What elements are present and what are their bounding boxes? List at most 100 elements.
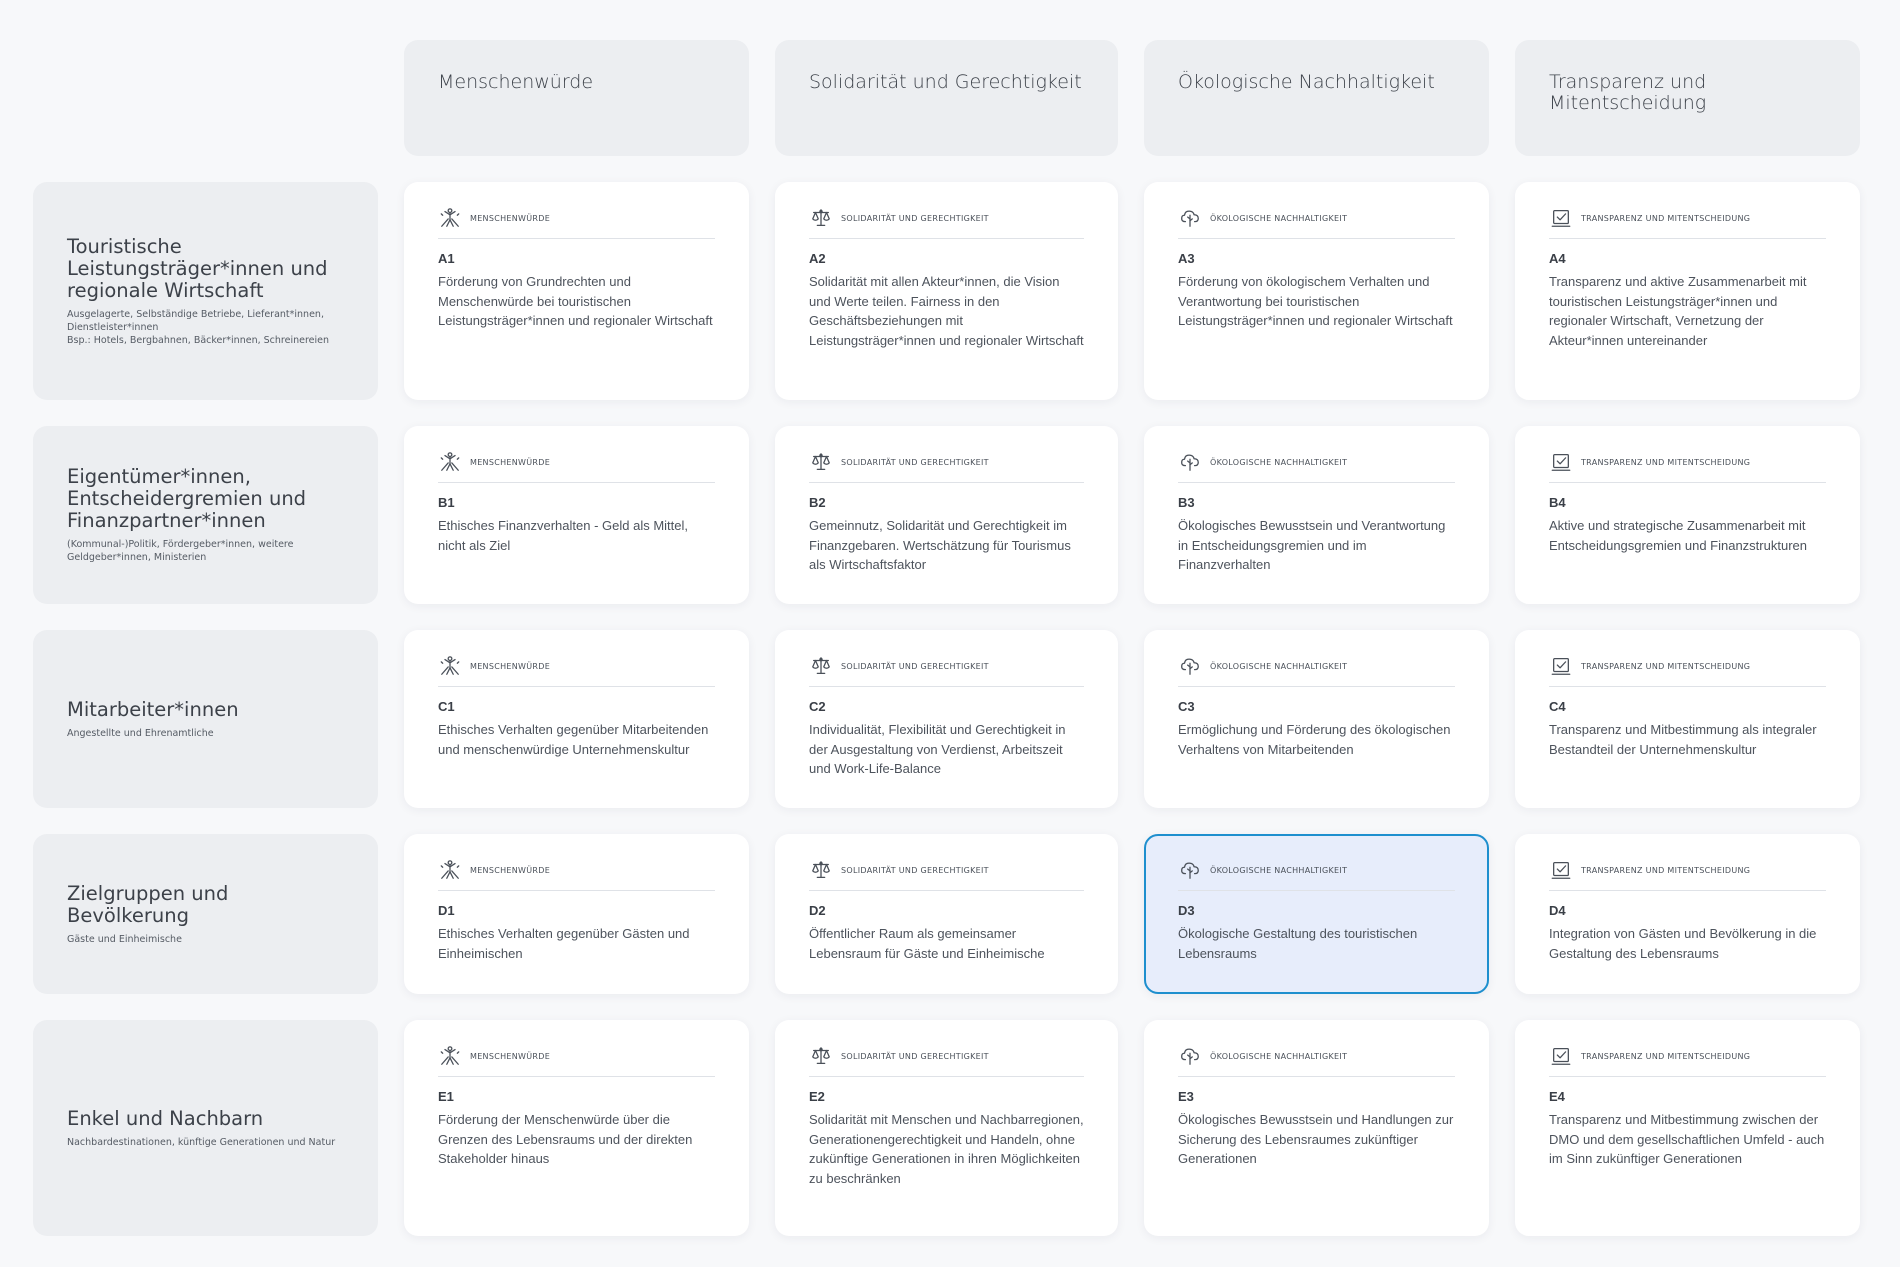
matrix-card-b2[interactable]: Solidarität und Gerechtigkeit B2 Gemeinn…: [775, 426, 1118, 604]
card-description: Ökologische Gestaltung des touristischen…: [1178, 926, 1418, 961]
card-description: Förderung der Menschenwürde über die Gre…: [438, 1112, 693, 1166]
card-category-header: Transparenz und Mitentscheidung: [1549, 450, 1826, 483]
card-description: Integration von Gästen und Bevölkerung i…: [1549, 926, 1817, 961]
matrix-card-e3[interactable]: Ökologische Nachhaltigkeit E3 Ökologisch…: [1144, 1020, 1489, 1236]
row-subtitle: Angestellte und Ehrenamtliche: [67, 727, 214, 739]
card-description: Ökologisches Bewusstsein und Handlungen …: [1178, 1112, 1454, 1166]
checkbox-icon: [1549, 206, 1573, 230]
card-code: A4: [1549, 251, 1566, 266]
card-category-header: Menschenwürde: [438, 450, 715, 483]
checkbox-icon: [1549, 450, 1573, 474]
column-header-ecology: Ökologische Nachhaltigkeit: [1144, 40, 1489, 156]
row-header-mitarbeiter-innen: Mitarbeiter*innen Angestellte und Ehrena…: [33, 630, 378, 808]
card-category-header: Solidarität und Gerechtigkeit: [809, 654, 1084, 687]
card-category-header: Transparenz und Mitentscheidung: [1549, 206, 1826, 239]
scales-icon: [809, 450, 833, 474]
tree-cloud-icon: [1178, 450, 1202, 474]
matrix-card-e1[interactable]: Menschenwürde E1 Förderung der Menschenw…: [404, 1020, 749, 1236]
card-category-label: Solidarität und Gerechtigkeit: [841, 457, 989, 467]
matrix-card-b1[interactable]: Menschenwürde B1 Ethisches Finanzverhalt…: [404, 426, 749, 604]
matrix-card-b4[interactable]: Transparenz und Mitentscheidung B4 Aktiv…: [1515, 426, 1860, 604]
matrix-card-c2[interactable]: Solidarität und Gerechtigkeit C2 Individ…: [775, 630, 1118, 808]
matrix-card-d3[interactable]: Ökologische Nachhaltigkeit D3 Ökologisch…: [1144, 834, 1489, 994]
matrix-card-c4[interactable]: Transparenz und Mitentscheidung C4 Trans…: [1515, 630, 1860, 808]
card-category-label: Menschenwürde: [470, 865, 551, 875]
matrix-card-e2[interactable]: Solidarität und Gerechtigkeit E2 Solidar…: [775, 1020, 1118, 1236]
card-description: Ermöglichung und Förderung des ökologisc…: [1178, 722, 1451, 757]
card-description: Förderung von ökologischem Verhalten und…: [1178, 274, 1453, 328]
card-description: Solidarität mit Menschen und Nachbarregi…: [809, 1112, 1084, 1186]
card-description: Öffentlicher Raum als gemeinsamer Lebens…: [809, 926, 1045, 961]
card-category-header: Ökologische Nachhaltigkeit: [1178, 206, 1455, 239]
card-category-label: Transparenz und Mitentscheidung: [1581, 865, 1751, 875]
card-category-label: Menschenwürde: [470, 457, 551, 467]
card-code: E3: [1178, 1089, 1194, 1104]
row-header-eigentuemer-innen-entscheidergremien-und: Eigentümer*innen, Entscheidergremien und…: [33, 426, 378, 604]
matrix-card-c3[interactable]: Ökologische Nachhaltigkeit C3 Ermöglichu…: [1144, 630, 1489, 808]
checkbox-icon: [1549, 1044, 1573, 1068]
card-category-header: Menschenwürde: [438, 858, 715, 891]
card-code: E1: [438, 1089, 454, 1104]
matrix-card-c1[interactable]: Menschenwürde C1 Ethisches Verhalten geg…: [404, 630, 749, 808]
matrix-card-d4[interactable]: Transparenz und Mitentscheidung D4 Integ…: [1515, 834, 1860, 994]
card-description: Förderung von Grundrechten und Menschenw…: [438, 274, 713, 328]
card-code: A1: [438, 251, 455, 266]
card-code: E2: [809, 1089, 825, 1104]
matrix-card-a4[interactable]: Transparenz und Mitentscheidung A4 Trans…: [1515, 182, 1860, 400]
card-description: Transparenz und aktive Zusammenarbeit mi…: [1549, 274, 1807, 348]
card-code: C2: [809, 699, 826, 714]
card-category-header: Transparenz und Mitentscheidung: [1549, 858, 1826, 891]
matrix-card-b3[interactable]: Ökologische Nachhaltigkeit B3 Ökologisch…: [1144, 426, 1489, 604]
card-description: Transparenz und Mitbestimmung zwischen d…: [1549, 1112, 1825, 1166]
card-category-label: Ökologische Nachhaltigkeit: [1210, 661, 1348, 671]
row-header-enkel-und-nachbarn: Enkel und Nachbarn Nachbardestinationen,…: [33, 1020, 378, 1236]
card-category-header: Menschenwürde: [438, 206, 715, 239]
matrix-card-d2[interactable]: Solidarität und Gerechtigkeit D2 Öffentl…: [775, 834, 1118, 994]
scales-icon: [809, 206, 833, 230]
tree-cloud-icon: [1178, 654, 1202, 678]
card-category-header: Solidarität und Gerechtigkeit: [809, 450, 1084, 483]
card-code: E4: [1549, 1089, 1565, 1104]
human-dignity-icon: [438, 206, 462, 230]
column-header-solidarity: Solidarität und Gerechtigkeit: [775, 40, 1118, 156]
human-dignity-icon: [438, 450, 462, 474]
card-code: A2: [809, 251, 826, 266]
card-code: A3: [1178, 251, 1195, 266]
human-dignity-icon: [438, 654, 462, 678]
checkbox-icon: [1549, 654, 1573, 678]
card-category-header: Solidarität und Gerechtigkeit: [809, 1044, 1084, 1077]
card-category-label: Menschenwürde: [470, 213, 551, 223]
card-category-label: Solidarität und Gerechtigkeit: [841, 213, 989, 223]
matrix-card-d1[interactable]: Menschenwürde D1 Ethisches Verhalten geg…: [404, 834, 749, 994]
card-category-header: Menschenwürde: [438, 654, 715, 687]
row-title: Enkel und Nachbarn: [67, 1106, 264, 1130]
card-category-header: Transparenz und Mitentscheidung: [1549, 654, 1826, 687]
column-header-human-dignity: Menschenwürde: [404, 40, 749, 156]
card-category-header: Solidarität und Gerechtigkeit: [809, 206, 1084, 239]
card-code: C1: [438, 699, 455, 714]
card-category-label: Solidarität und Gerechtigkeit: [841, 865, 989, 875]
matrix-card-e4[interactable]: Transparenz und Mitentscheidung E4 Trans…: [1515, 1020, 1860, 1236]
card-description: Ethisches Verhalten gegenüber Gästen und…: [438, 926, 690, 961]
card-description: Ethisches Verhalten gegenüber Mitarbeite…: [438, 722, 709, 757]
matrix-card-a2[interactable]: Solidarität und Gerechtigkeit A2 Solidar…: [775, 182, 1118, 400]
card-category-label: Transparenz und Mitentscheidung: [1581, 661, 1751, 671]
column-header-transparency: Transparenz und Mitentscheidung: [1515, 40, 1860, 156]
matrix-corner: [33, 40, 378, 156]
card-description: Solidarität mit allen Akteur*innen, die …: [809, 274, 1084, 348]
row-title: Eigentümer*innen, Entscheidergremien und…: [67, 465, 307, 532]
card-category-label: Menschenwürde: [470, 661, 551, 671]
tree-cloud-icon: [1178, 206, 1202, 230]
card-code: D3: [1178, 903, 1195, 918]
card-code: B4: [1549, 495, 1566, 510]
card-description: Transparenz und Mitbestimmung als integr…: [1549, 722, 1817, 757]
row-title: Zielgruppen und Bevölkerung: [67, 881, 229, 927]
card-code: C4: [1549, 699, 1566, 714]
matrix-card-a3[interactable]: Ökologische Nachhaltigkeit A3 Förderung …: [1144, 182, 1489, 400]
card-category-label: Ökologische Nachhaltigkeit: [1210, 457, 1348, 467]
card-category-label: Transparenz und Mitentscheidung: [1581, 457, 1751, 467]
scales-icon: [809, 858, 833, 882]
card-description: Gemeinnutz, Solidarität und Gerechtigkei…: [809, 518, 1071, 572]
matrix-card-a1[interactable]: Menschenwürde A1 Förderung von Grundrech…: [404, 182, 749, 400]
row-subtitle: Gäste und Einheimische: [67, 933, 182, 945]
